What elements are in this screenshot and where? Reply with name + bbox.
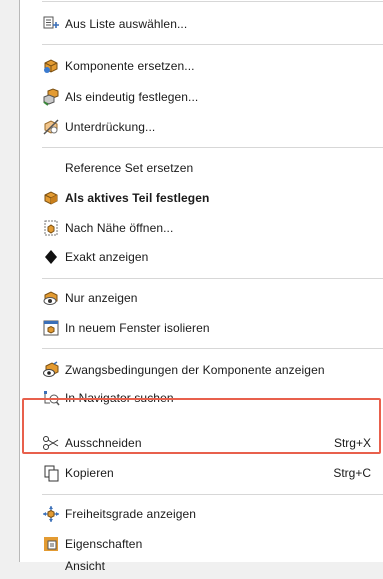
menu-item-replace-component[interactable]: Komponente ersetzen...: [20, 53, 383, 79]
menu-item-label: Eigenschaften: [65, 537, 143, 551]
menu-item-label: Als eindeutig festlegen...: [65, 90, 199, 104]
shortcut-text: Strg+X: [333, 436, 371, 450]
show-only-icon: [42, 289, 60, 307]
suppression-icon: [42, 118, 60, 136]
menu-item-label: Als aktives Teil festlegen: [65, 191, 210, 205]
menu-item-label: Komponente ersetzen...: [65, 59, 195, 73]
menu-item-label: Kopieren: [65, 466, 114, 480]
menu-item-label: Reference Set ersetzen: [65, 161, 194, 175]
menu-item-show-component-constraints[interactable]: Zwangsbedingungen der Komponente anzeige…: [20, 357, 383, 383]
menu-item-open-by-proximity[interactable]: Nach Nähe öffnen...: [20, 215, 383, 241]
menu-item-make-unique[interactable]: Als eindeutig festlegen...: [20, 84, 383, 110]
menu-separator: [42, 348, 383, 349]
menu-item-label: Aus Liste auswählen...: [65, 17, 188, 31]
menu-separator: [42, 278, 383, 279]
menu-item-label: In neuem Fenster isolieren: [65, 321, 210, 335]
menu-item-label: Freiheitsgrade anzeigen: [65, 507, 197, 521]
menu-item-find-in-navigator[interactable]: In Navigator suchen: [20, 385, 383, 411]
menu-separator: [42, 44, 383, 45]
menu-item-label: Ansicht: [65, 559, 106, 573]
menu-item-show-only[interactable]: Nur anzeigen: [20, 285, 383, 311]
menu-item-show-degrees-of-freedom[interactable]: Freiheitsgrade anzeigen: [20, 501, 383, 527]
menu-item-label: Unterdrückung...: [65, 120, 156, 134]
menu-item-cut[interactable]: Ausschneiden Strg+X: [20, 430, 383, 456]
isolate-window-icon: [42, 319, 60, 337]
find-in-navigator-icon: [42, 389, 60, 407]
menu-item-label: Exakt anzeigen: [65, 250, 149, 264]
menu-separator: [42, 494, 383, 495]
menu-item-label: In Navigator suchen: [65, 391, 174, 405]
menu-item-select-from-list[interactable]: Aus Liste auswählen...: [20, 11, 383, 37]
menu-item-copy[interactable]: Kopieren Strg+C: [20, 460, 383, 486]
replace-component-icon: [42, 57, 60, 75]
menu-item-view[interactable]: Ansicht: [20, 553, 383, 579]
make-unique-icon: [42, 88, 60, 106]
menu-item-label: Ausschneiden: [65, 436, 142, 450]
menu-item-make-work-part[interactable]: Als aktives Teil festlegen: [20, 185, 383, 211]
menu-item-suppression[interactable]: Unterdrückung...: [20, 114, 383, 140]
open-by-proximity-icon: [42, 219, 60, 237]
copy-icon: [42, 464, 60, 482]
menu-item-isolate-in-new-window[interactable]: In neuem Fenster isolieren: [20, 315, 383, 341]
properties-icon: [42, 535, 60, 553]
shortcut-text: Strg+C: [333, 466, 371, 480]
menu-item-label: Nach Nähe öffnen...: [65, 221, 174, 235]
menu-item-label: Zwangsbedingungen der Komponente anzeige…: [65, 363, 325, 377]
context-menu: Aus Liste auswählen... Komponente ersetz…: [19, 0, 383, 573]
make-work-part-icon: [42, 189, 60, 207]
menu-separator: [42, 147, 383, 148]
diamond-icon: [42, 248, 60, 266]
scissors-icon: [42, 434, 60, 452]
show-constraints-icon: [42, 361, 60, 379]
degrees-of-freedom-icon: [42, 505, 60, 523]
menu-item-label: Nur anzeigen: [65, 291, 138, 305]
menu-item-show-exact[interactable]: Exakt anzeigen: [20, 244, 383, 270]
menu-separator: [42, 1, 383, 2]
menu-item-replace-reference-set[interactable]: Reference Set ersetzen: [20, 155, 383, 181]
list-select-icon: [42, 15, 60, 33]
